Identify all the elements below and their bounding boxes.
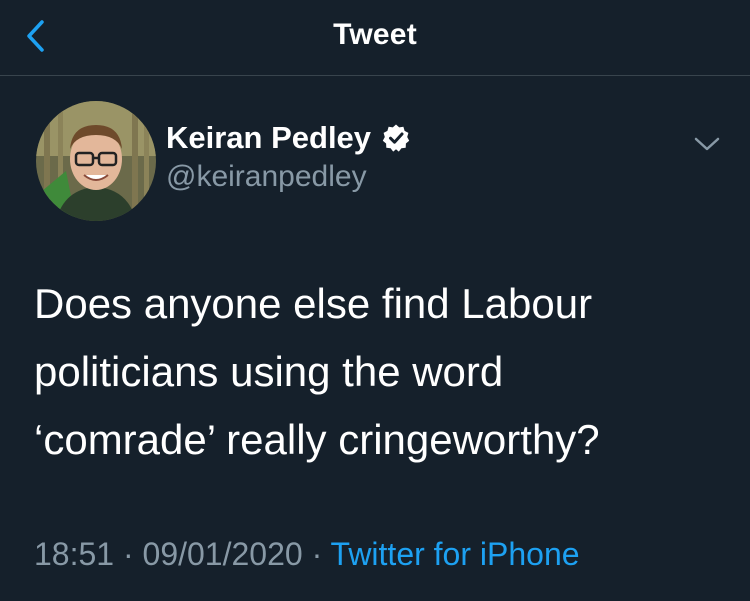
tweet-time: 18:51 [34, 536, 115, 572]
meta-separator: · [311, 536, 323, 572]
chevron-down-icon [694, 137, 720, 151]
tweet-metadata: 18:51 · 09/01/2020 · Twitter for iPhone [34, 536, 580, 573]
top-navigation-bar: Tweet [0, 0, 750, 76]
meta-separator: · [122, 536, 134, 572]
tweet-date: 09/01/2020 [142, 536, 303, 572]
verified-badge-icon [382, 124, 410, 152]
page-title: Tweet [333, 18, 417, 51]
author-name-row[interactable]: Keiran Pedley [166, 118, 411, 158]
tweet-text-line: ‘comrade’ really cringeworthy? [34, 416, 600, 463]
author-name[interactable]: Keiran Pedley [166, 120, 371, 156]
tweet-text-line: Does anyone else find Labour [34, 280, 593, 327]
tweet-text-line: politicians using the word [34, 348, 504, 395]
author-handle[interactable]: @keiranpedley [166, 160, 367, 194]
tweet-options-button[interactable] [692, 134, 722, 154]
tweet-source-link[interactable]: Twitter for iPhone [331, 536, 580, 572]
tweet-text: Does anyone else find Labour politicians… [34, 270, 714, 474]
avatar[interactable] [36, 101, 156, 221]
profile-photo [36, 101, 156, 221]
